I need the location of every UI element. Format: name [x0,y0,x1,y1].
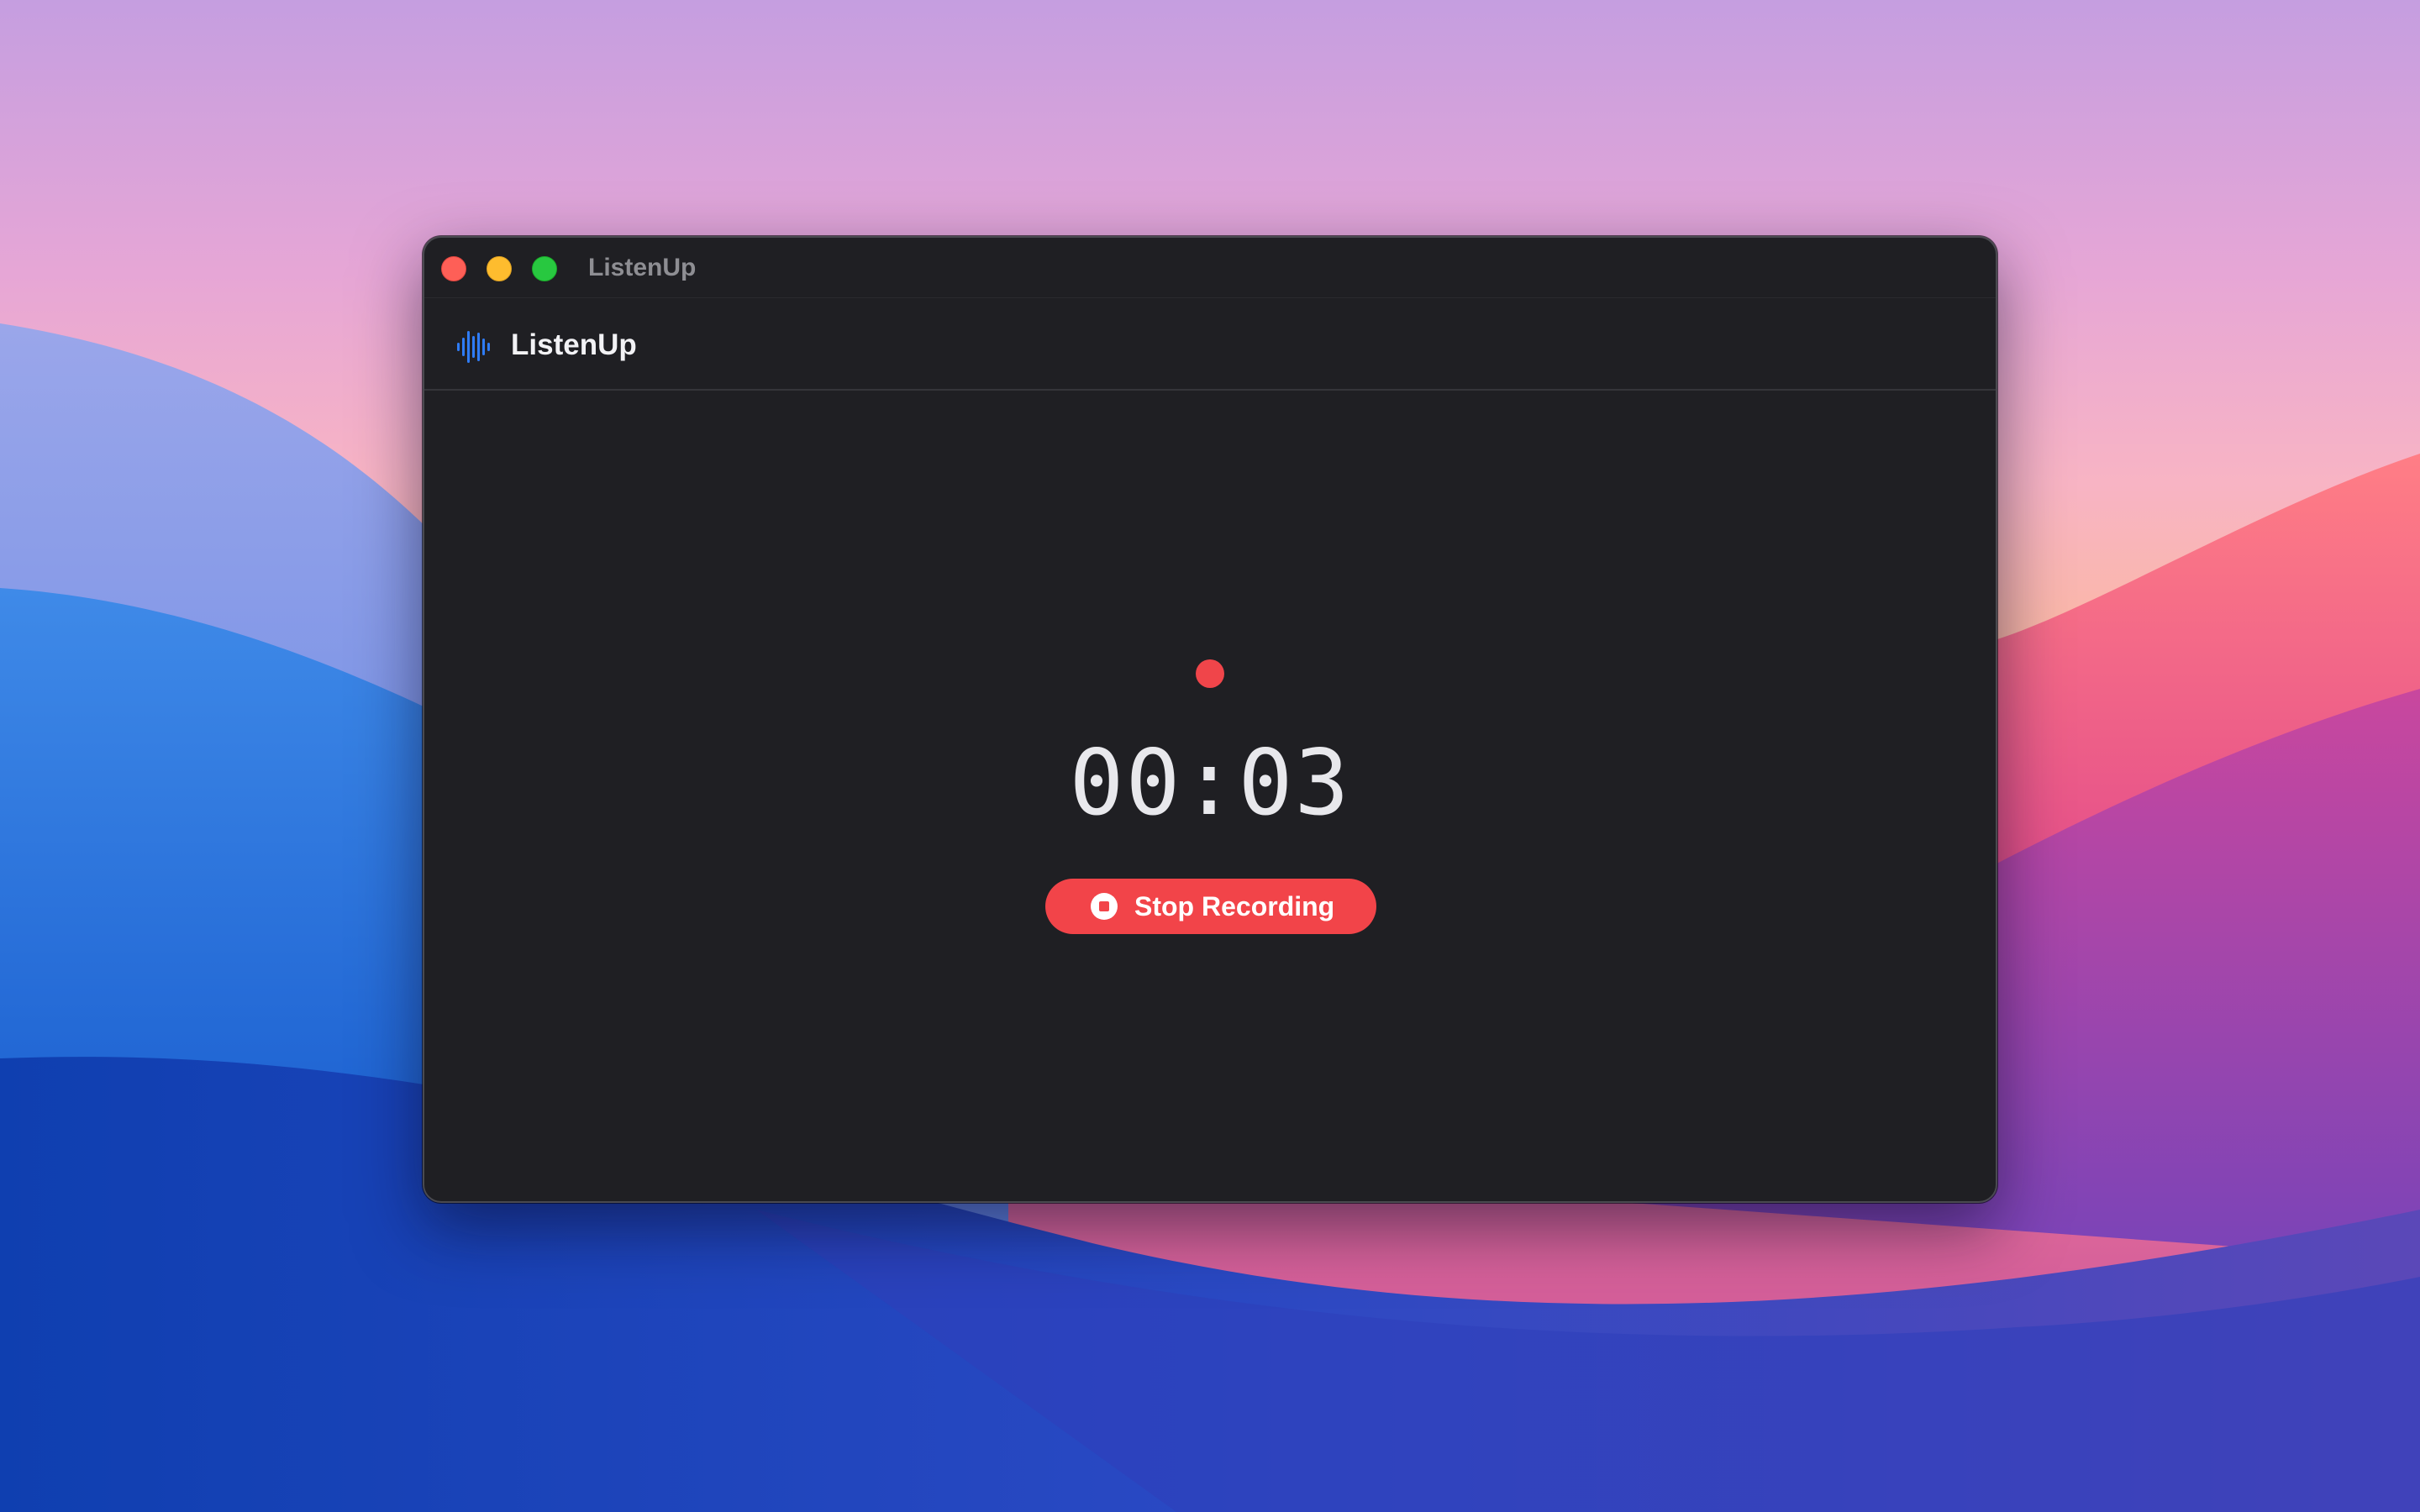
stop-circle-icon [1091,893,1118,920]
minimize-button[interactable] [487,256,512,281]
stop-recording-label: Stop Recording [1134,891,1335,921]
recording-dot-icon [1196,659,1224,688]
waveform-icon [457,331,490,363]
app-name: ListenUp [511,328,637,361]
close-button[interactable] [441,256,466,281]
window-title: ListenUp [588,254,697,281]
zoom-button[interactable] [532,256,557,281]
stop-recording-button[interactable]: Stop Recording [1045,879,1376,934]
title-bar: ListenUp [424,238,1996,298]
app-window: ListenUp ListenUp 00:03 Stop Recording [423,236,1997,1203]
app-header: ListenUp [424,298,1996,391]
elapsed-timer: 00:03 [1069,731,1351,836]
